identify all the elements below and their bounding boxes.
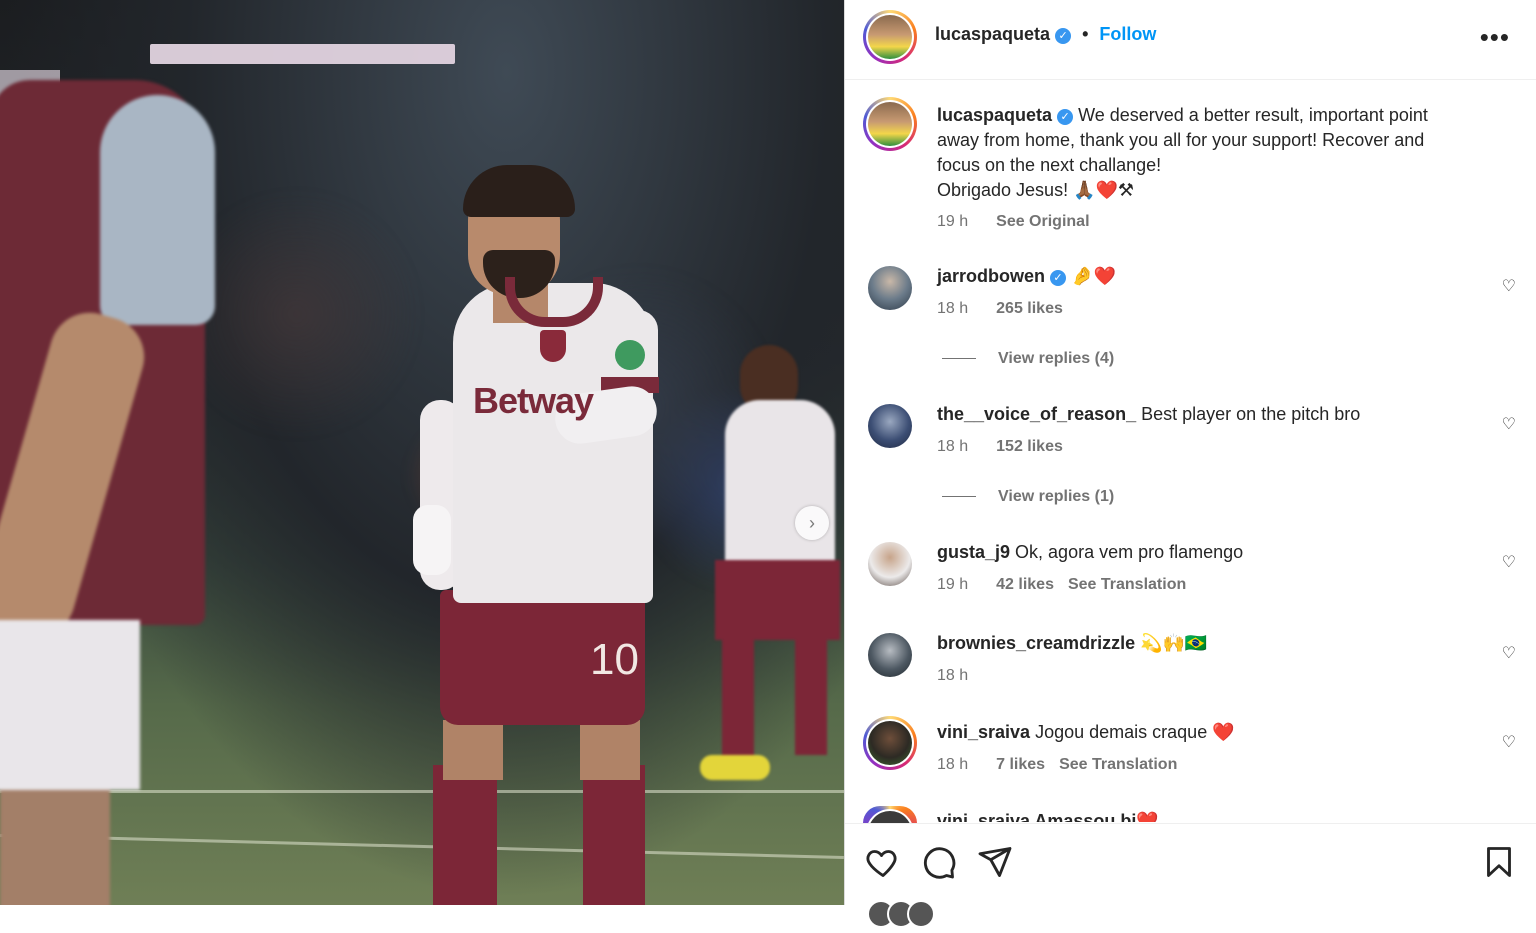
caption-username[interactable]: lucaspaqueta	[937, 105, 1052, 125]
comment-time[interactable]: 18 h	[937, 300, 968, 317]
follow-button[interactable]: Follow	[1099, 24, 1156, 44]
bookmark-icon	[1487, 847, 1511, 877]
comment-time[interactable]: 18 h	[937, 756, 968, 773]
verified-badge-icon: ✓	[1050, 270, 1067, 286]
shirt-sponsor: Betway	[473, 380, 594, 421]
comment-text: Jogou demais craque ❤️	[1035, 722, 1235, 742]
club-crest	[540, 330, 566, 362]
caption-avatar[interactable]	[863, 97, 917, 151]
paper-plane-icon	[978, 847, 1012, 877]
comment-likes[interactable]: 7 likes	[996, 756, 1045, 773]
author-avatar[interactable]	[863, 10, 917, 64]
see-translation-link[interactable]: See Translation	[1068, 576, 1186, 593]
comment-likes[interactable]: 42 likes	[996, 576, 1054, 593]
commenter-avatar[interactable]	[868, 633, 912, 677]
commenter-username[interactable]: jarrodbowen	[937, 266, 1045, 286]
more-options-icon[interactable]: •••	[1480, 22, 1510, 53]
see-original-link[interactable]: See Original	[996, 213, 1089, 230]
commenter-avatar[interactable]	[868, 266, 912, 310]
chevron-right-icon: ›	[809, 512, 815, 533]
comment-icon	[923, 847, 956, 879]
comment-time[interactable]: 18 h	[937, 667, 968, 684]
post-photo[interactable]: Betway 10 ›	[0, 0, 844, 905]
shirt-number: 10	[590, 635, 639, 684]
commenter-username[interactable]: vini_sraiva	[937, 722, 1030, 742]
comment-like-icon[interactable]: ♡	[1502, 276, 1516, 296]
background-player	[700, 345, 844, 785]
comment-like-icon[interactable]: ♡	[1502, 643, 1516, 663]
comment-like-icon[interactable]: ♡	[1502, 732, 1516, 752]
caption-text-line: Obrigado Jesus! 🙏🏾❤️⚒	[937, 180, 1135, 200]
comment-text: Best player on the pitch bro	[1141, 404, 1361, 424]
commenter-avatar[interactable]	[868, 542, 912, 586]
commenter-username[interactable]: gusta_j9	[937, 542, 1010, 562]
post-actions	[845, 823, 1536, 928]
heart-icon	[866, 850, 897, 877]
caption-text-line: focus on the next challange!	[937, 155, 1162, 175]
comment-likes[interactable]: 265 likes	[996, 300, 1063, 317]
see-translation-link[interactable]: See Translation	[1059, 756, 1177, 773]
comment-time[interactable]: 19 h	[937, 576, 968, 593]
view-replies-label: View replies (4)	[998, 350, 1115, 367]
caption-text-line: away from home, thank you all for your s…	[937, 130, 1425, 150]
verified-badge-icon: ✓	[1055, 28, 1072, 44]
share-button[interactable]	[977, 844, 1013, 880]
comment-text: 🤌❤️	[1071, 266, 1116, 286]
save-button[interactable]	[1481, 844, 1517, 880]
separator-dot: •	[1082, 24, 1089, 44]
commenter-avatar[interactable]	[863, 806, 917, 823]
caption-text-line: We deserved a better result, important p…	[1078, 105, 1428, 125]
comment-likes[interactable]: 152 likes	[996, 438, 1063, 455]
commenter-username[interactable]: brownies_creamdrizzle	[937, 633, 1135, 653]
view-replies-button[interactable]: View replies (4)	[942, 350, 1114, 368]
caption-time[interactable]: 19 h	[937, 213, 968, 230]
commenter-avatar[interactable]	[868, 404, 912, 448]
verified-badge-icon: ✓	[1057, 109, 1074, 125]
comment-like-icon[interactable]: ♡	[1502, 414, 1516, 434]
commenter-username[interactable]: the__voice_of_reason_	[937, 404, 1136, 424]
view-replies-button[interactable]: View replies (1)	[942, 488, 1114, 506]
main-player: Betway 10	[405, 165, 675, 905]
post-sidebar: lucaspaqueta ✓ • Follow ••• lucaspaqueta ✓…	[844, 0, 1536, 928]
commenter-avatar[interactable]	[863, 716, 917, 770]
post-header: lucaspaqueta ✓ • Follow •••	[845, 0, 1536, 80]
post-caption: lucaspaqueta ✓ We deserved a better resul…	[937, 103, 1497, 234]
comment-like-icon[interactable]: ♡	[1502, 552, 1516, 572]
foreground-player	[0, 40, 230, 905]
view-replies-label: View replies (1)	[998, 488, 1115, 505]
like-button[interactable]	[865, 844, 901, 880]
comment-text: Ok, agora vem pro flamengo	[1015, 542, 1244, 562]
comment-button[interactable]	[921, 844, 957, 880]
comment-text: 💫🙌🇧🇷	[1140, 633, 1208, 653]
comment-time[interactable]: 18 h	[937, 438, 968, 455]
carousel-next-button[interactable]: ›	[795, 506, 829, 540]
author-username[interactable]: lucaspaqueta	[935, 24, 1050, 44]
cutoff-comment: vini_sraiva Amassou bi❤️	[937, 811, 1159, 822]
sleeve-badge	[615, 340, 645, 370]
